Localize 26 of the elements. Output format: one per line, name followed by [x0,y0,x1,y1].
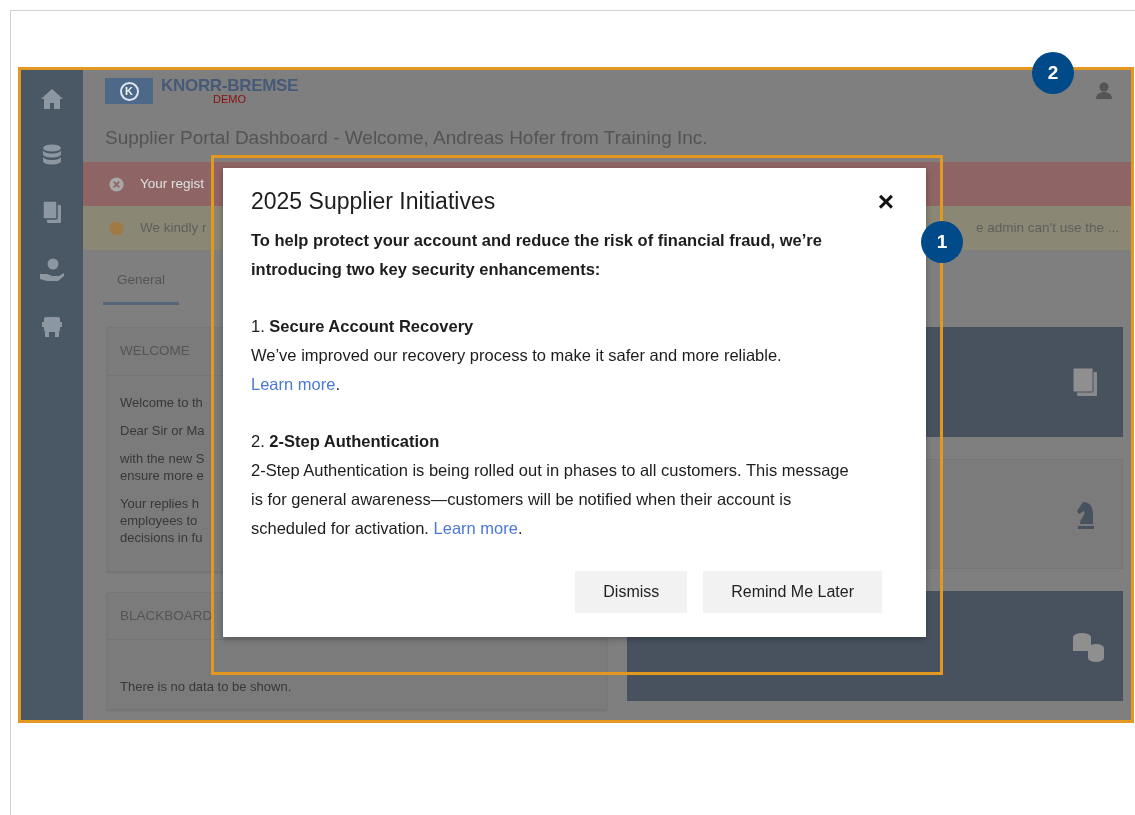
learn-more-link[interactable]: Learn more [433,519,518,537]
logo-text: KNORR-BREMSE [161,77,299,94]
demo-label: DEMO [213,94,247,105]
section-text: 2-Step Authentication is being rolled out in phases to all customers. This message is for general awareness—customers will be notified when their account is scheduled for activation. Learn more. [251,460,850,539]
card-text: Welcome to th [120,393,203,411]
modal-title: 2025 Supplier Initiatives [251,188,496,216]
callout-marker: 2 [1032,52,1074,94]
close-button[interactable]: × [873,188,898,216]
modal-button[interactable]: Dismiss [575,571,688,613]
user-icon[interactable] [1095,82,1113,100]
card-text: Dear Sir or Ma [120,421,205,439]
alert-text: Your regist [140,174,205,193]
documents-icon[interactable] [42,200,62,224]
warning-icon [109,220,124,236]
learn-more-link[interactable]: Learn more [251,375,336,393]
card-text: There is no data to be shown. [120,677,292,695]
hand-question-icon[interactable] [39,258,65,282]
logo-mark: K [119,81,139,101]
section-heading: 2. 2-Step Authentication [251,431,441,452]
card-text: Your replies h employees to decisions in fu [120,494,203,546]
card-text: with the new S ensure more e [120,449,205,484]
home-icon[interactable] [40,88,64,110]
database-icon[interactable] [42,144,62,166]
error-icon [109,176,124,192]
modal-button[interactable]: Remind Me Later [703,571,882,613]
intro-text: To help protect your account and reduce the risk of financial fraud, we’re introducing two key security enhancements: [251,230,823,280]
